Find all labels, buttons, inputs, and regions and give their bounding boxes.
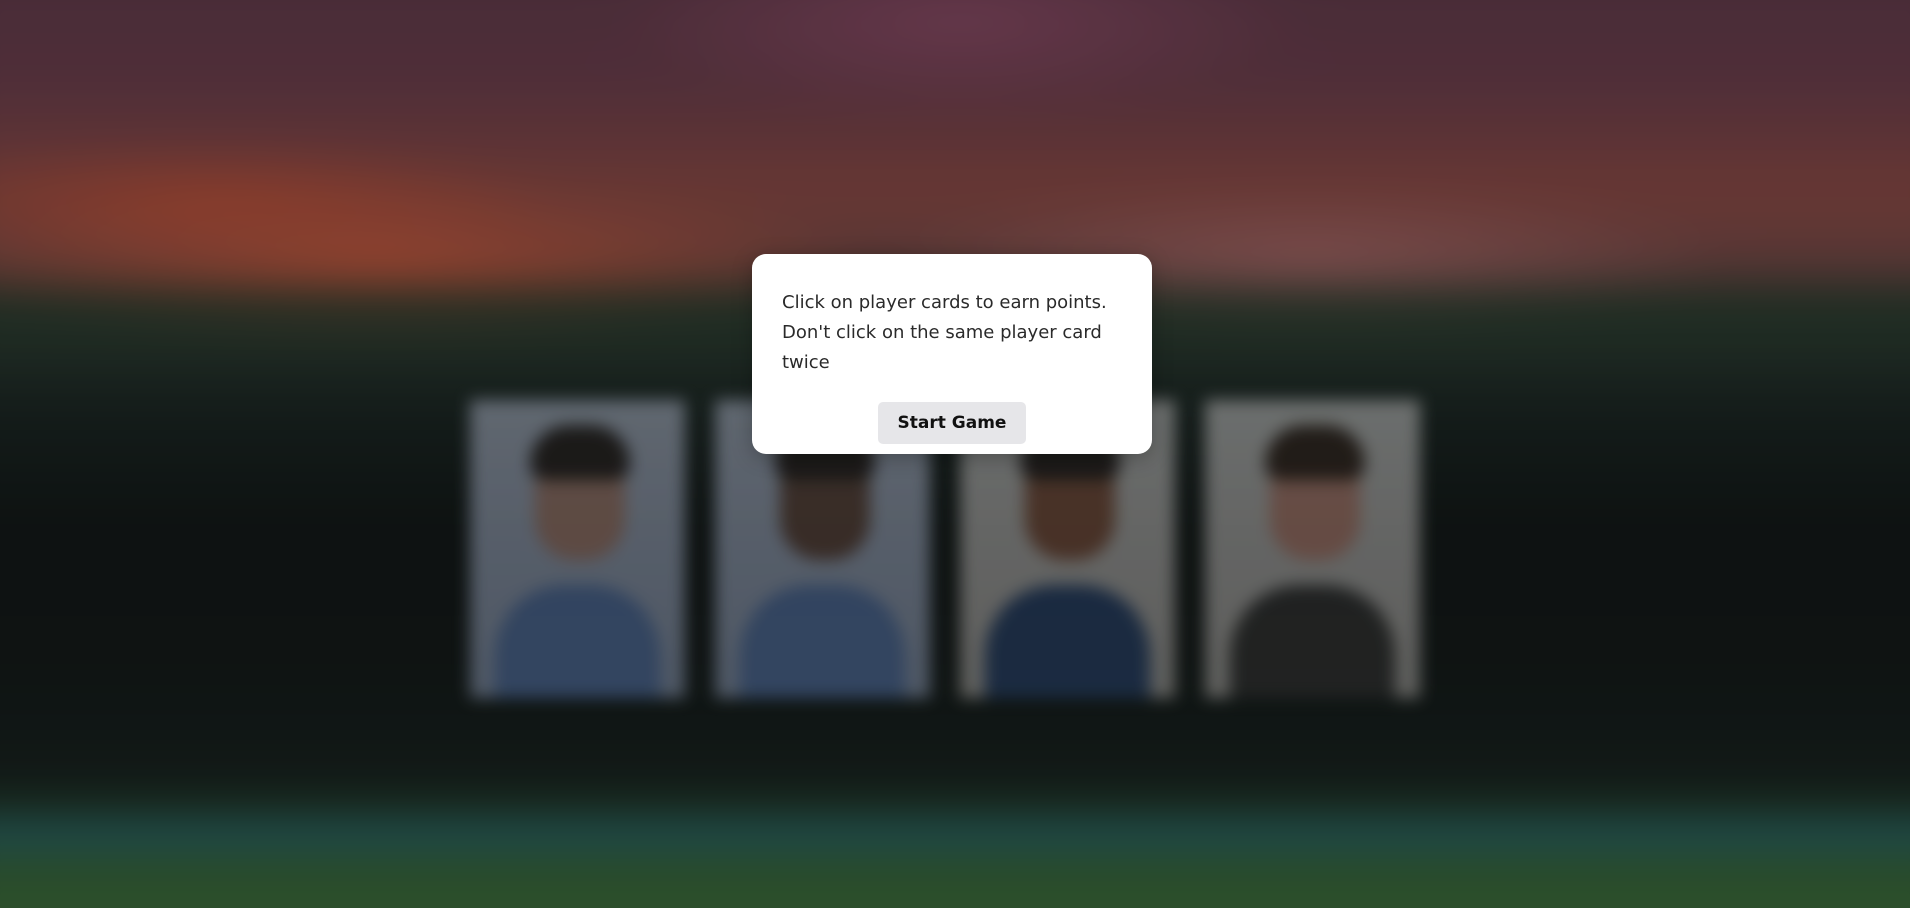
dialog-actions: Start Game: [782, 402, 1122, 444]
instructions-text: Click on player cards to earn points. Do…: [782, 292, 1107, 373]
game-screen: Click on player cards to earn points. Do…: [0, 0, 1910, 908]
instructions-dialog: Click on player cards to earn points. Do…: [752, 254, 1152, 454]
start-game-button[interactable]: Start Game: [877, 402, 1027, 444]
modal-backdrop: [0, 0, 1910, 908]
